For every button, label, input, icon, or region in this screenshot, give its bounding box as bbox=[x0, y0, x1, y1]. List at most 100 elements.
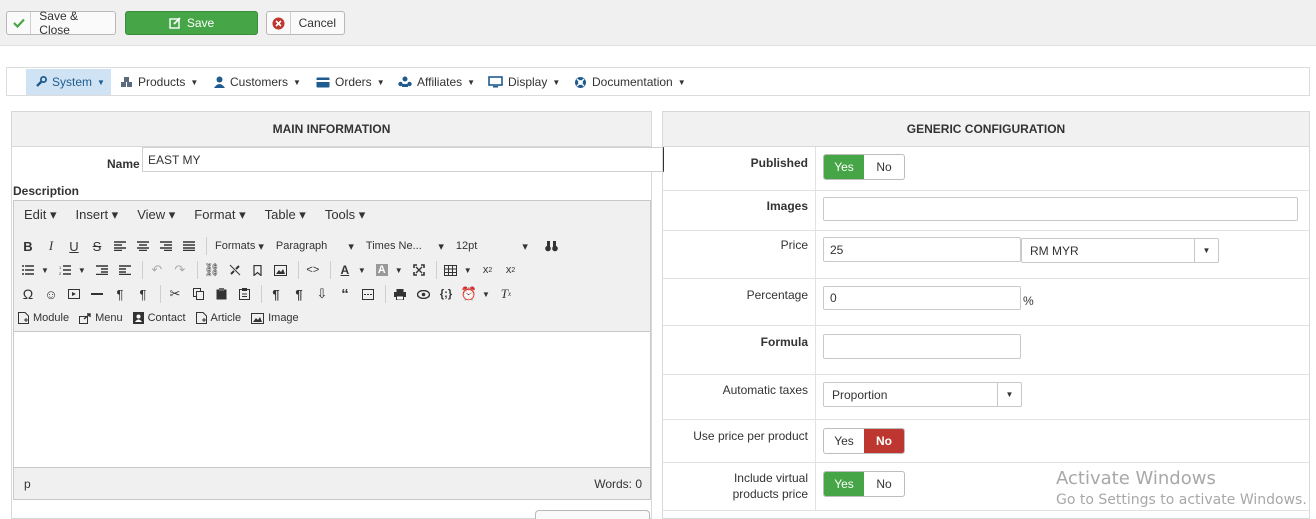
unlink-icon[interactable] bbox=[225, 260, 245, 280]
menu-system[interactable]: System ▼ bbox=[26, 69, 111, 95]
background-color-icon[interactable]: A bbox=[372, 260, 392, 280]
percentage-input[interactable]: 0 bbox=[823, 286, 1021, 310]
font-size-dropdown[interactable]: 12pt ▾ bbox=[452, 236, 532, 256]
visual-blocks-icon[interactable]: ¶ bbox=[289, 284, 309, 304]
editor-menubar: Edit ▾ Insert ▾ View ▾ Format ▾ Table ▾ … bbox=[14, 201, 650, 229]
preview-icon[interactable] bbox=[413, 284, 433, 304]
editor-menu-edit[interactable]: Edit ▾ bbox=[24, 207, 57, 223]
align-left-icon[interactable] bbox=[110, 236, 130, 256]
block-format-dropdown[interactable]: Paragraph ▾ bbox=[272, 236, 358, 256]
print-icon[interactable] bbox=[390, 284, 410, 304]
automatic-taxes-select[interactable]: Proportion ▼ bbox=[823, 382, 1022, 407]
cut-icon[interactable]: ✂ bbox=[165, 284, 185, 304]
font-family-dropdown[interactable]: Times Ne... ▾ bbox=[362, 236, 448, 256]
include-virtual-toggle[interactable]: Yes No bbox=[823, 471, 905, 497]
indent-icon[interactable] bbox=[115, 260, 135, 280]
insert-template-icon[interactable]: ⇩ bbox=[312, 284, 332, 304]
code-icon[interactable]: <> bbox=[303, 260, 323, 280]
align-right-icon[interactable] bbox=[156, 236, 176, 256]
menu-orders[interactable]: Orders ▼ bbox=[316, 69, 385, 95]
menu-display[interactable]: Display ▼ bbox=[488, 69, 560, 95]
link-icon[interactable]: ⛓ bbox=[202, 260, 222, 280]
editor-menu-insert[interactable]: Insert ▾ bbox=[76, 207, 119, 223]
include-virtual-yes[interactable]: Yes bbox=[824, 472, 864, 496]
module-button[interactable]: Module bbox=[18, 307, 69, 329]
menu-products[interactable]: Products ▼ bbox=[120, 69, 198, 95]
align-center-icon[interactable] bbox=[133, 236, 153, 256]
subscript-icon[interactable]: x2 bbox=[478, 260, 498, 280]
undo-icon[interactable]: ↶ bbox=[147, 260, 167, 280]
name-input[interactable]: EAST MY bbox=[142, 147, 664, 172]
price-input[interactable]: 25 bbox=[823, 237, 1021, 262]
editor-menu-tools[interactable]: Tools ▾ bbox=[325, 207, 366, 223]
currency-select[interactable]: RM MYR ▼ bbox=[1021, 238, 1219, 263]
horizontal-rule-icon[interactable] bbox=[87, 284, 107, 304]
bookmark-icon[interactable] bbox=[248, 260, 268, 280]
caret-down-icon: ▼ bbox=[467, 77, 476, 87]
paste-text-icon[interactable] bbox=[234, 284, 254, 304]
bullet-list-icon[interactable] bbox=[18, 260, 38, 280]
save-button[interactable]: Save bbox=[125, 11, 258, 35]
table-icon[interactable] bbox=[441, 260, 461, 280]
bold-icon[interactable]: B bbox=[18, 236, 38, 256]
caret-down-icon[interactable]: ▼ bbox=[358, 266, 366, 275]
redo-icon[interactable]: ↷ bbox=[170, 260, 190, 280]
editor-menu-view[interactable]: View ▾ bbox=[137, 207, 175, 223]
image-button[interactable]: Image bbox=[251, 307, 299, 329]
image-icon[interactable] bbox=[271, 260, 291, 280]
menu-documentation[interactable]: Documentation ▼ bbox=[574, 69, 686, 95]
caret-down-icon[interactable]: ▼ bbox=[78, 266, 86, 275]
media-icon[interactable] bbox=[64, 284, 84, 304]
page-break-icon[interactable] bbox=[358, 284, 378, 304]
published-yes[interactable]: Yes bbox=[824, 155, 864, 179]
caret-down-icon: ▼ bbox=[376, 77, 385, 87]
superscript-icon[interactable]: x2 bbox=[501, 260, 521, 280]
blockquote-icon[interactable]: “ bbox=[335, 284, 355, 304]
paste-icon[interactable] bbox=[211, 284, 231, 304]
element-path[interactable]: p bbox=[24, 477, 31, 491]
fullscreen-icon[interactable] bbox=[409, 260, 429, 280]
clear-formatting-icon[interactable]: Tx bbox=[496, 284, 516, 304]
copy-icon[interactable] bbox=[188, 284, 208, 304]
outdent-icon[interactable] bbox=[92, 260, 112, 280]
strikethrough-icon[interactable]: S bbox=[87, 236, 107, 256]
numbered-list-icon[interactable]: 12 bbox=[55, 260, 75, 280]
italic-icon[interactable]: I bbox=[41, 236, 61, 256]
insert-datetime-icon[interactable]: ⏰ bbox=[459, 284, 479, 304]
menu-customers[interactable]: Customers ▼ bbox=[214, 69, 301, 95]
text-color-icon[interactable]: A bbox=[335, 260, 355, 280]
formats-dropdown[interactable]: Formats ▾ bbox=[211, 236, 268, 256]
use-price-per-product-toggle[interactable]: Yes No bbox=[823, 428, 905, 454]
use-price-yes[interactable]: Yes bbox=[824, 429, 864, 453]
menu-button[interactable]: Menu bbox=[79, 307, 123, 329]
binoculars-icon[interactable] bbox=[542, 236, 562, 256]
align-justify-icon[interactable] bbox=[179, 236, 199, 256]
article-button[interactable]: Article bbox=[195, 307, 241, 329]
cancel-button[interactable]: Cancel bbox=[266, 11, 345, 35]
published-toggle[interactable]: Yes No bbox=[823, 154, 905, 180]
paragraph-rtl-icon[interactable]: ¶ bbox=[133, 284, 153, 304]
omega-icon[interactable]: Ω bbox=[18, 284, 38, 304]
paragraph-ltr-icon[interactable]: ¶ bbox=[110, 284, 130, 304]
percent-sign: % bbox=[1023, 294, 1034, 308]
caret-down-icon[interactable]: ▼ bbox=[41, 266, 49, 275]
toggle-editor-button[interactable] bbox=[535, 510, 650, 519]
published-no[interactable]: No bbox=[864, 155, 904, 179]
include-virtual-no[interactable]: No bbox=[864, 472, 904, 496]
use-price-no[interactable]: No bbox=[864, 429, 904, 453]
underline-icon[interactable]: U bbox=[64, 236, 84, 256]
images-input[interactable] bbox=[823, 197, 1298, 221]
caret-down-icon[interactable]: ▼ bbox=[395, 266, 403, 275]
emoticon-icon[interactable]: ☺ bbox=[41, 284, 61, 304]
contact-button[interactable]: Contact bbox=[132, 307, 186, 329]
formula-input[interactable] bbox=[823, 334, 1021, 359]
visual-chars-icon[interactable]: ¶ bbox=[266, 284, 286, 304]
caret-down-icon[interactable]: ▼ bbox=[482, 290, 490, 299]
editor-content-area[interactable] bbox=[14, 331, 650, 468]
caret-down-icon[interactable]: ▼ bbox=[464, 266, 472, 275]
editor-menu-format[interactable]: Format ▾ bbox=[194, 207, 245, 223]
editor-menu-table[interactable]: Table ▾ bbox=[265, 207, 306, 223]
save-close-button[interactable]: Save & Close bbox=[6, 9, 116, 37]
code-sample-icon[interactable]: {;} bbox=[436, 284, 456, 304]
menu-affiliates[interactable]: Affiliates ▼ bbox=[398, 69, 475, 95]
